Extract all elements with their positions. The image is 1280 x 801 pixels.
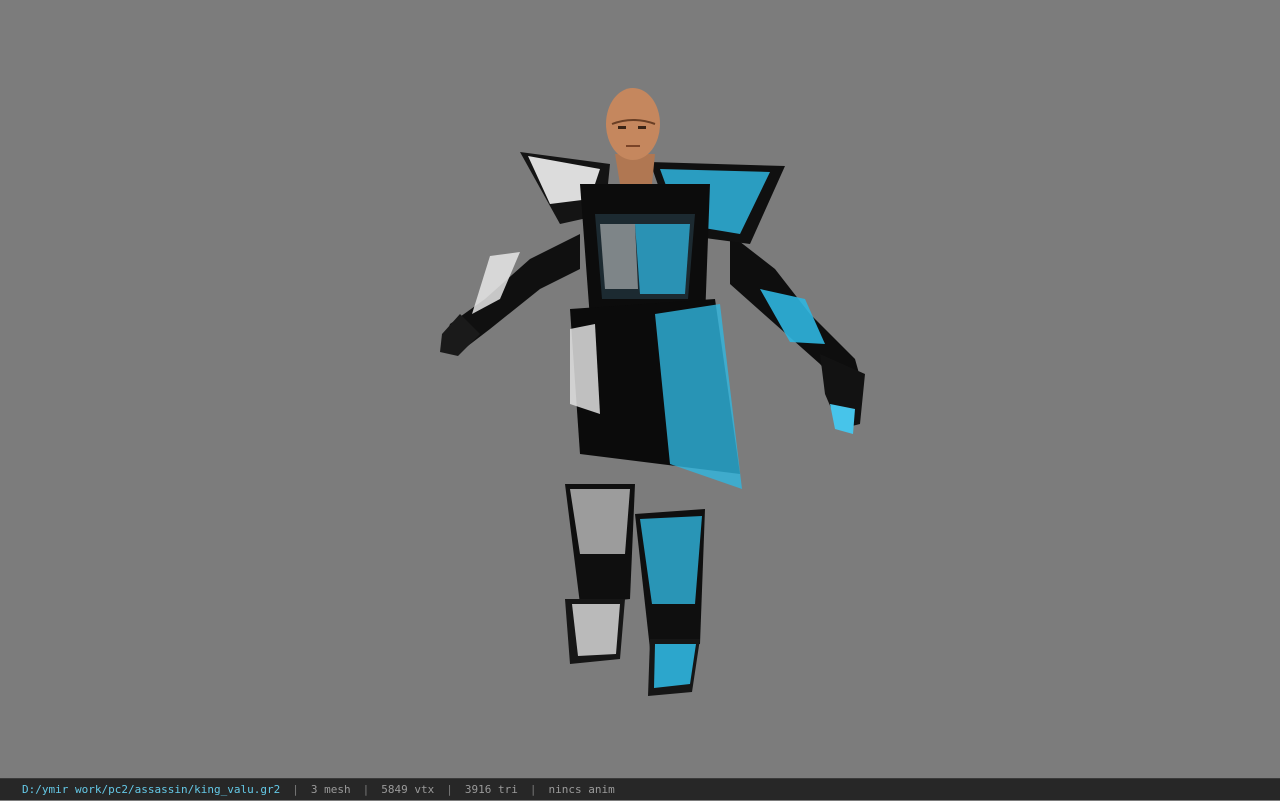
status-separator: | <box>362 783 370 796</box>
animation-status-label: nincs anim <box>548 783 615 796</box>
3d-viewport[interactable] <box>0 0 1280 778</box>
status-bar: D:/ymir work/pc2/assassin/king_valu.gr2 |… <box>0 778 1280 800</box>
status-separator: | <box>446 783 453 796</box>
vertex-count-label: 5849 vtx <box>381 783 435 796</box>
status-separator: | <box>529 783 537 796</box>
file-path-label: D:/ymir work/pc2/assassin/king_valu.gr2 <box>22 783 281 796</box>
mesh-count-label: 3 mesh <box>310 783 351 796</box>
status-separator: | <box>292 783 299 796</box>
character-model <box>440 88 865 696</box>
triangle-count-label: 3916 tri <box>464 783 518 796</box>
